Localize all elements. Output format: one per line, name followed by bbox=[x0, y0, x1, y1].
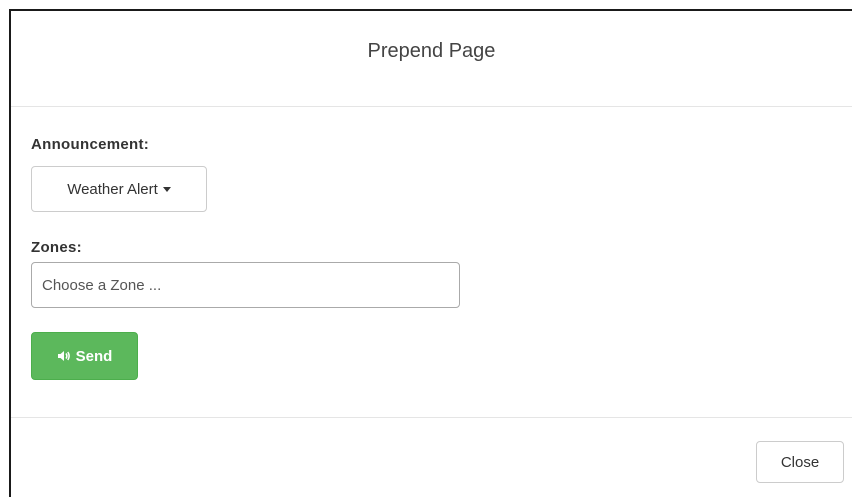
close-button[interactable]: Close bbox=[756, 441, 844, 483]
announcement-dropdown[interactable]: Weather Alert bbox=[31, 166, 207, 212]
send-button-label: Send bbox=[75, 347, 113, 365]
prepend-page-modal: Prepend Page Announcement: Weather Alert… bbox=[9, 9, 852, 497]
zones-label: Zones: bbox=[31, 239, 82, 256]
modal-body: Announcement: Weather Alert Zones: Send bbox=[11, 107, 852, 418]
send-button[interactable]: Send bbox=[31, 332, 138, 380]
close-button-label: Close bbox=[780, 453, 820, 471]
modal-title: Prepend Page bbox=[367, 40, 496, 62]
modal-header: Prepend Page bbox=[11, 11, 852, 107]
volume-icon bbox=[57, 350, 71, 362]
announcement-selected-value: Weather Alert bbox=[67, 180, 158, 198]
announcement-label: Announcement: bbox=[31, 136, 150, 153]
caret-down-icon bbox=[162, 186, 171, 192]
zone-search-input[interactable] bbox=[31, 262, 460, 308]
